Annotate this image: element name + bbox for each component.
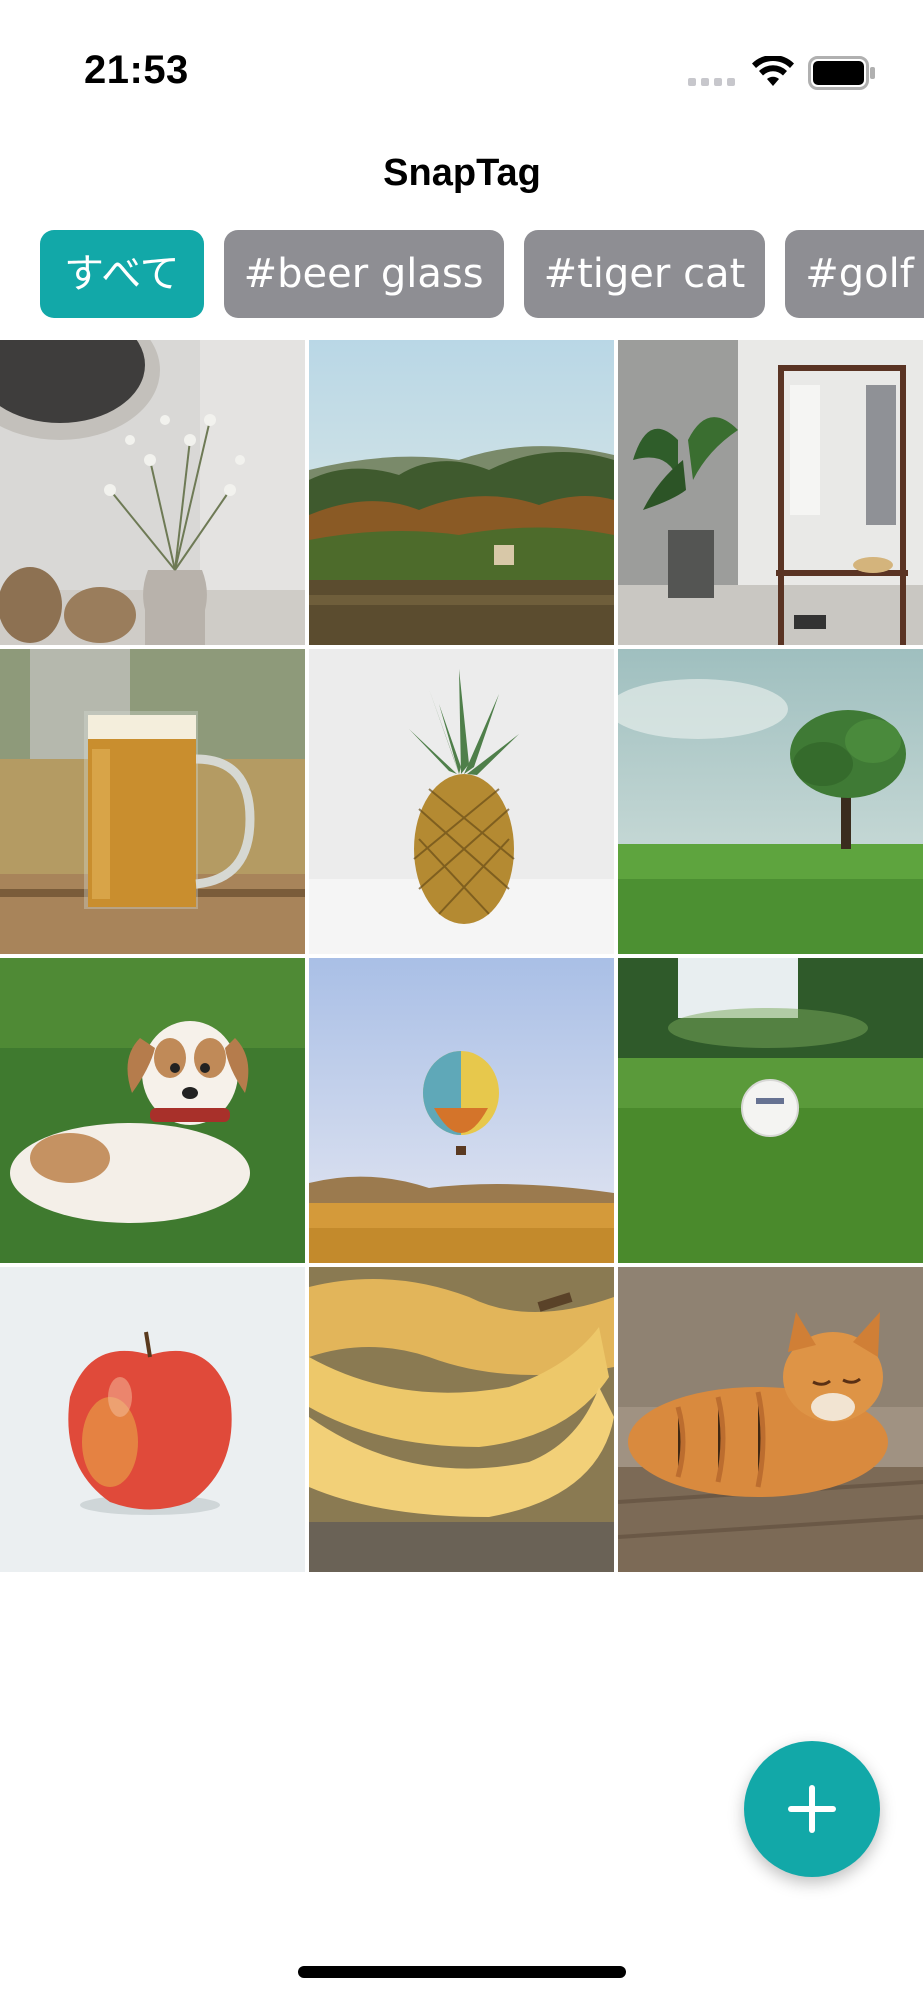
tag-chip-beer-glass[interactable]: #beer glass xyxy=(223,230,504,318)
lake-forest-photo[interactable] xyxy=(309,340,614,645)
tag-filter-bar[interactable]: すべて #beer glass #tiger cat #golf ball xyxy=(0,230,924,322)
status-time: 21:53 xyxy=(84,48,189,92)
home-indicator[interactable] xyxy=(298,1966,626,1978)
room-plant-clothes-rack-photo[interactable] xyxy=(618,340,923,645)
pineapple-photo[interactable] xyxy=(309,649,614,954)
wifi-icon xyxy=(752,56,794,86)
tag-chip-all[interactable]: すべて xyxy=(40,230,204,318)
apple-photo[interactable] xyxy=(0,1267,305,1572)
beer-glass-photo[interactable] xyxy=(0,649,305,954)
bananas-photo[interactable] xyxy=(309,1267,614,1572)
add-photo-button[interactable] xyxy=(744,1741,880,1877)
photo-grid xyxy=(0,340,924,1572)
golf-ball-photo[interactable] xyxy=(618,958,923,1263)
tabby-cat-photo[interactable] xyxy=(618,1267,923,1572)
tag-chip-tiger-cat[interactable]: #tiger cat xyxy=(523,230,766,318)
battery-full-icon xyxy=(808,56,875,90)
status-bar: 21:53 xyxy=(0,0,924,120)
puppy-on-grass-photo[interactable] xyxy=(0,958,305,1263)
page-title: SnapTag xyxy=(383,152,541,194)
hot-air-balloon-photo[interactable] xyxy=(309,958,614,1263)
plus-icon xyxy=(788,1785,836,1833)
vase-with-flowers-photo[interactable] xyxy=(0,340,305,645)
tag-chip-golf-ball[interactable]: #golf ball xyxy=(785,230,924,318)
cellular-dots-icon xyxy=(688,78,738,88)
tree-on-grass-photo[interactable] xyxy=(618,649,923,954)
